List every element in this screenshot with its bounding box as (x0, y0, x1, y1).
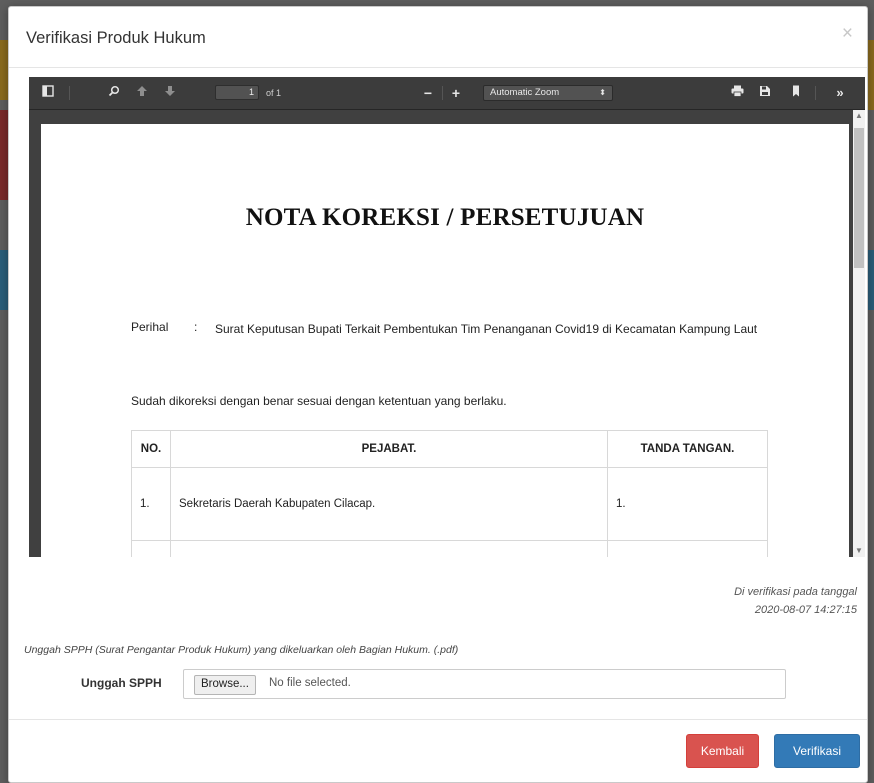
pdf-page-area[interactable]: NOTA KOREKSI / PERSETUJUAN Perihal : Sur… (29, 110, 865, 557)
cell-no (131, 540, 171, 557)
upload-hint: Unggah SPPH (Surat Pengantar Produk Huku… (24, 644, 459, 656)
table-row (131, 540, 768, 557)
modal-title: Verifikasi Produk Hukum (26, 29, 206, 47)
arrow-up-icon[interactable] (135, 85, 149, 101)
sidebar-toggle-icon[interactable] (41, 85, 55, 101)
correction-statement: Sudah dikoreksi dengan benar sesuai deng… (131, 394, 507, 408)
document-title: NOTA KOREKSI / PERSETUJUAN (245, 204, 645, 231)
cell-tanda-tangan: 1. (607, 467, 768, 541)
table-header-row: NO. PEJABAT. TANDA TANGAN. (131, 430, 768, 468)
close-icon[interactable]: × (842, 23, 853, 45)
zoom-select[interactable]: Automatic Zoom ⬍ (483, 85, 613, 101)
perihal-label: Perihal (131, 320, 169, 334)
browse-button[interactable]: Browse... (194, 675, 256, 695)
modal-footer-divider (9, 719, 867, 720)
page-number-input[interactable]: 1 (215, 85, 259, 100)
download-icon[interactable] (757, 85, 773, 101)
scroll-up-icon[interactable]: ▲ (854, 110, 864, 122)
bookmark-icon[interactable] (789, 85, 803, 101)
zoom-out-button[interactable]: − (421, 85, 435, 101)
verification-timestamp: Di verifikasi pada tanggal 2020-08-07 14… (734, 583, 857, 619)
zoom-in-button[interactable]: + (449, 85, 463, 101)
perihal-colon: : (194, 320, 198, 334)
column-header-no: NO. (131, 430, 171, 468)
verification-datetime: 2020-08-07 14:27:15 (754, 604, 857, 616)
signature-table: NO. PEJABAT. TANDA TANGAN. 1. Sekretaris… (131, 430, 768, 557)
column-header-tanda-tangan: TANDA TANGAN. (607, 430, 768, 468)
kembali-button[interactable]: Kembali (686, 734, 759, 768)
perihal-text: Surat Keputusan Bupati Terkait Pembentuk… (215, 322, 758, 336)
double-chevron-right-icon[interactable]: » (831, 85, 849, 101)
toolbar-separator (815, 86, 816, 100)
cell-pejabat: Sekretaris Daerah Kabupaten Cilacap. (170, 467, 608, 541)
chevron-down-icon: ⬍ (599, 88, 606, 97)
pdf-scrollbar[interactable]: ▲ ▼ (853, 110, 865, 557)
cell-tanda-tangan (607, 540, 768, 557)
pdf-viewer: 1 of 1 − + Automatic Zoom ⬍ » NOTA KOREK… (29, 77, 865, 557)
zoom-select-value: Automatic Zoom (490, 87, 560, 98)
toolbar-separator (69, 86, 70, 100)
verification-modal: Verifikasi Produk Hukum × 1 of 1 − + Aut… (8, 6, 868, 783)
print-icon[interactable] (729, 85, 745, 101)
verifikasi-button[interactable]: Verifikasi (774, 734, 860, 768)
file-status-text: No file selected. (269, 677, 351, 689)
cell-no: 1. (131, 467, 171, 541)
column-header-pejabat: PEJABAT. (170, 430, 608, 468)
scroll-down-icon[interactable]: ▼ (854, 545, 864, 557)
page-count-label: of 1 (266, 88, 282, 98)
verification-note-label: Di verifikasi pada tanggal (734, 586, 857, 598)
cell-pejabat (170, 540, 608, 557)
pdf-page: NOTA KOREKSI / PERSETUJUAN Perihal : Sur… (41, 124, 849, 557)
search-icon[interactable] (107, 85, 121, 101)
scrollbar-thumb[interactable] (854, 128, 864, 268)
arrow-down-icon[interactable] (163, 85, 177, 101)
table-row: 1. Sekretaris Daerah Kabupaten Cilacap. … (131, 467, 768, 541)
modal-header: Verifikasi Produk Hukum × (9, 7, 867, 68)
pdf-toolbar: 1 of 1 − + Automatic Zoom ⬍ » (29, 77, 865, 110)
upload-spph-label: Unggah SPPH (81, 676, 162, 690)
toolbar-separator (442, 86, 443, 100)
spph-file-input[interactable]: Browse... No file selected. (183, 669, 786, 699)
